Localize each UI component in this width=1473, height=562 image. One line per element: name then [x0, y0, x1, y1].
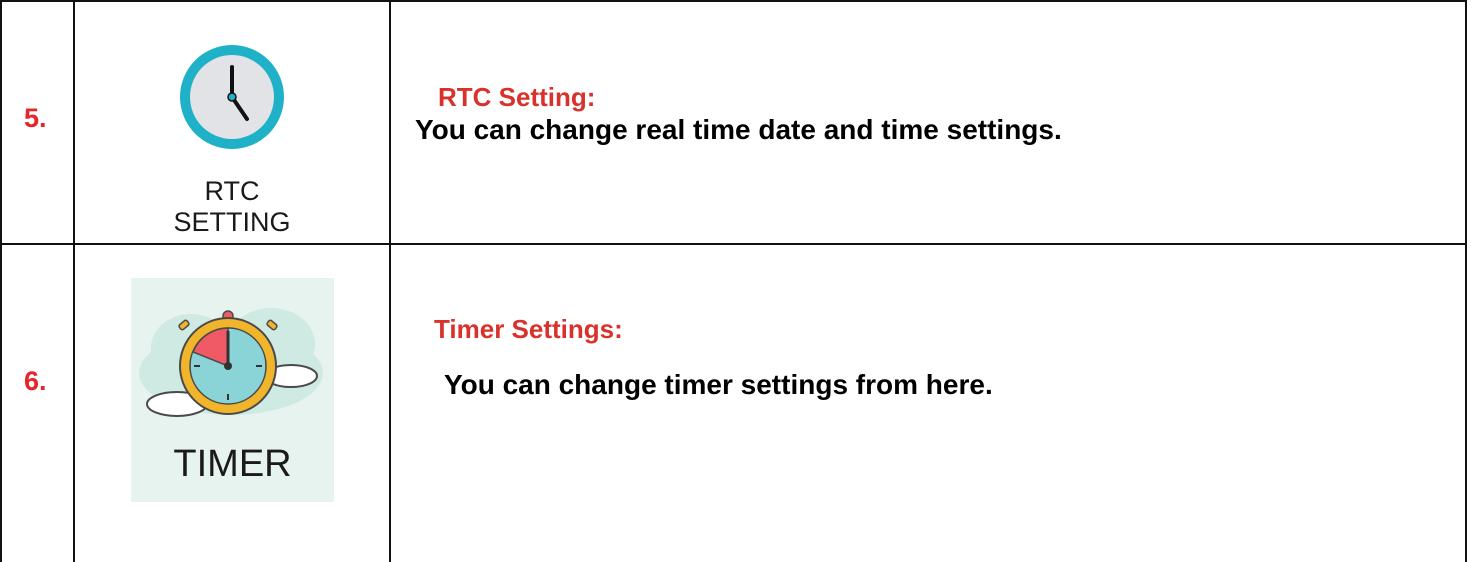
table-row-divider [0, 243, 1467, 245]
icon-label-line: SETTING [173, 207, 291, 237]
icon-label-timer: TIMER [173, 443, 292, 485]
icon-label-rtc: RTC SETTING [140, 176, 324, 238]
table-border-right [1465, 0, 1467, 562]
settings-table: 5. RTC SETTING RTC Setting: You can chan… [0, 0, 1473, 562]
table-border-top [0, 0, 1467, 2]
table-divider-col2 [389, 0, 391, 562]
timer-icon-tile: TIMER [131, 278, 334, 502]
row-number: 5. [24, 103, 47, 133]
timer-stopwatch-icon [139, 308, 323, 417]
table-divider-col1 [73, 0, 75, 562]
section-description: You can change timer settings from here. [444, 369, 993, 400]
section-heading: RTC Setting: [438, 82, 596, 112]
row-number: 6. [24, 366, 47, 396]
clock-icon [180, 45, 284, 149]
section-description: You can change real time date and time s… [415, 114, 1062, 145]
section-heading: Timer Settings: [434, 314, 623, 344]
table-border-left [0, 0, 2, 562]
icon-label-line: RTC [204, 176, 260, 206]
